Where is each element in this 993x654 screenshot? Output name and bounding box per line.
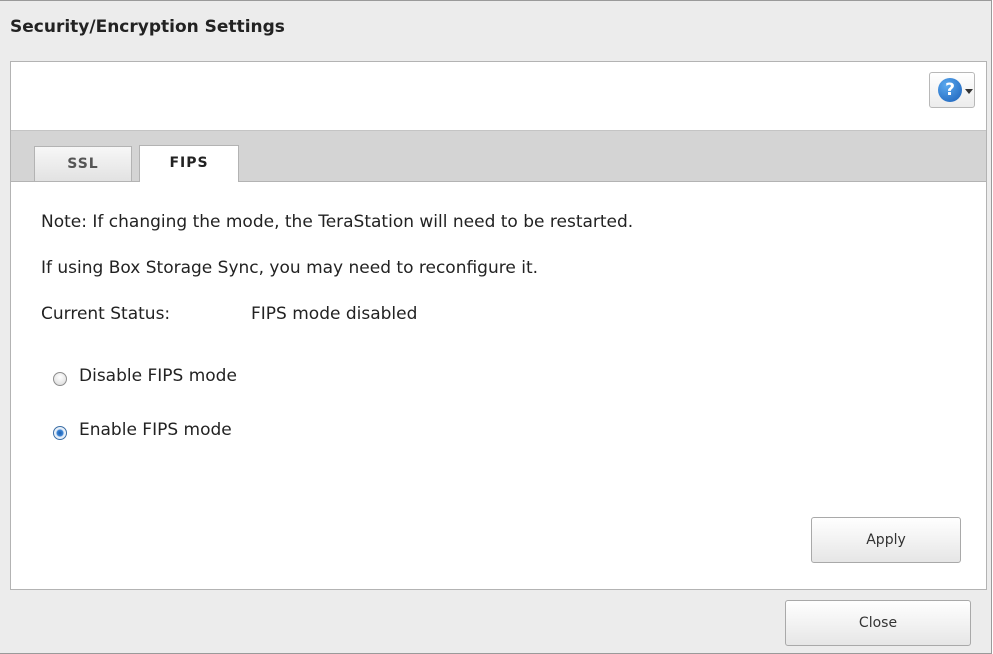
disable-fips-label[interactable]: Disable FIPS mode [79, 366, 237, 386]
disable-fips-radio[interactable] [53, 372, 67, 386]
tab-ssl[interactable]: SSL [34, 146, 132, 181]
security-settings-dialog: Security/Encryption Settings ? SSL FIPS … [0, 0, 992, 654]
dialog-title: Security/Encryption Settings [10, 17, 285, 37]
help-dropdown-button[interactable]: ? [929, 72, 975, 108]
enable-fips-label[interactable]: Enable FIPS mode [79, 420, 232, 440]
content-panel: ? SSL FIPS Note: If changing the mode, t… [10, 61, 987, 590]
chevron-down-icon [965, 89, 973, 94]
tab-strip: SSL FIPS [11, 130, 986, 182]
current-status-value: FIPS mode disabled [251, 304, 418, 324]
box-sync-note: If using Box Storage Sync, you may need … [41, 258, 539, 278]
help-icon: ? [938, 78, 962, 102]
tab-fips[interactable]: FIPS [139, 145, 239, 182]
current-status-label: Current Status: [41, 304, 171, 324]
restart-note: Note: If changing the mode, the TeraStat… [41, 212, 634, 232]
close-button[interactable]: Close [785, 600, 971, 646]
enable-fips-radio[interactable] [53, 426, 67, 440]
apply-button[interactable]: Apply [811, 517, 961, 563]
